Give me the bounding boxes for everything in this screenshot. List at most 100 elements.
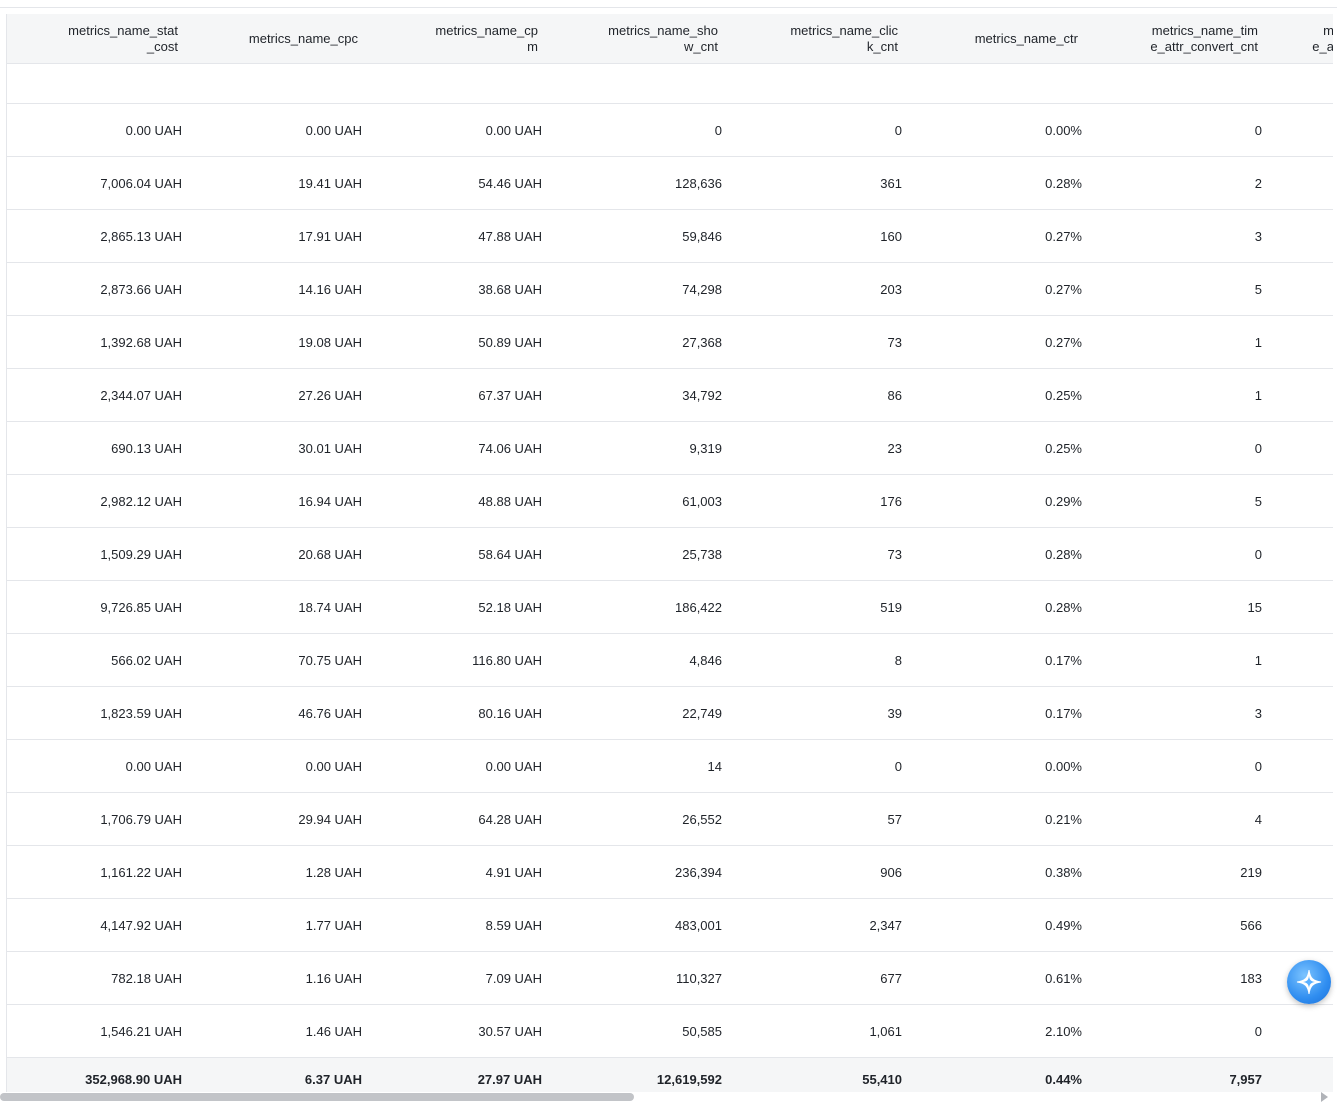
cell-click-cnt: 57 [887,811,902,827]
column-header-stat-cost[interactable]: metrics_name_stat _cost [8,14,178,63]
cell-time-attr-convert-cnt: 3 [1254,705,1262,721]
cell-time-attr-convert-cnt: 0 [1254,440,1262,456]
column-header-time-attr-convert-cnt[interactable]: metrics_name_tim e_attr_convert_cnt [1088,14,1258,63]
cell-cpc: 30.01 UAH [298,440,362,456]
cell-ctr: 0.29% [1045,493,1082,509]
cell-show-cnt: 110,327 [675,970,722,986]
cell-click-cnt: 160 [880,228,902,244]
cell-show-cnt: 22,749 [682,705,722,721]
table-row[interactable]: 1,161.22 UAH 1.28 UAH 4.91 UAH 236,394 906 0.… [7,846,1337,899]
table-row[interactable]: 1,823.59 UAH 46.76 UAH 80.16 UAH 22,749 39 0.… [7,687,1337,740]
column-header-line: metrics_name_clic [790,22,898,38]
cell-stat-cost: 782.18 UAH [111,970,182,986]
table-row[interactable]: 1,706.79 UAH 29.94 UAH 64.28 UAH 26,552 57 0.… [7,793,1337,846]
cell-cpm: 7.09 UAH [485,970,542,986]
table-row[interactable]: 0.00 UAH 0.00 UAH 0.00 UAH 14 0 0.00% 0 [7,740,1337,793]
table-row[interactable]: 1,546.21 UAH 1.46 UAH 30.57 UAH 50,585 1,061… [7,1005,1337,1058]
column-header-line: m [527,38,538,54]
cell-show-cnt: 236,394 [675,864,722,880]
cell-ctr: 0.17% [1045,652,1082,668]
table-row-empty [7,63,1337,104]
column-header-label: metrics_name_clic k_cnt [790,23,898,55]
table-row[interactable]: 9,726.85 UAH 18.74 UAH 52.18 UAH 186,422 519… [7,581,1337,634]
cell-cpc: 19.41 UAH [298,175,362,191]
top-toolbar-strip [0,0,1337,8]
column-header-label: metrics_name_ctr [975,31,1078,47]
horizontal-scrollbar-thumb[interactable] [0,1093,634,1101]
cell-cpm: 58.64 UAH [478,546,542,562]
cell-click-cnt: 73 [887,334,902,350]
cell-time-attr-convert-cnt: 0 [1254,546,1262,562]
table-row[interactable]: 1,392.68 UAH 19.08 UAH 50.89 UAH 27,368 73 0.… [7,316,1337,369]
cell-click-cnt: 519 [880,599,902,615]
column-header-cpc[interactable]: metrics_name_cpc [188,14,358,63]
cell-show-cnt: 34,792 [682,387,722,403]
cell-cpm: 8.59 UAH [485,917,542,933]
cell-cpc: 29.94 UAH [298,811,362,827]
cell-stat-cost: 4,147.92 UAH [100,917,182,933]
cell-cpm: 38.68 UAH [478,281,542,297]
cell-stat-cost: 2,873.66 UAH [100,281,182,297]
cell-cpc: 17.91 UAH [298,228,362,244]
column-header-label: metrics_name_cpc [249,31,358,47]
cell-cpm: 116.80 UAH [472,652,542,668]
cell-stat-cost: 1,161.22 UAH [100,864,182,880]
cell-show-cnt: 4,846 [689,652,722,668]
table-row[interactable]: 1,509.29 UAH 20.68 UAH 58.64 UAH 25,738 73 0.… [7,528,1337,581]
column-header-line: metrics_name_cpc [248,30,358,46]
table-row[interactable]: 2,873.66 UAH 14.16 UAH 38.68 UAH 74,298 203 0… [7,263,1337,316]
cell-ctr: 0.21% [1045,811,1082,827]
table-row[interactable]: 2,982.12 UAH 16.94 UAH 48.88 UAH 61,003 176 0… [7,475,1337,528]
column-header-line: w_cnt [684,38,718,54]
table-row[interactable]: 782.18 UAH 1.16 UAH 7.09 UAH 110,327 677 0.61… [7,952,1337,1005]
cell-time-attr-convert-cnt: 3 [1254,228,1262,244]
cell-show-cnt: 74,298 [682,281,722,297]
column-header-label: metrics_name_stat _cost [68,23,178,55]
cell-cpm: 74.06 UAH [478,440,542,456]
cell-time-attr-convert-cnt: 1 [1254,387,1262,403]
column-header-line: m [1323,22,1334,38]
column-header-click-cnt[interactable]: metrics_name_clic k_cnt [728,14,898,63]
cell-show-cnt: 14 [707,758,722,774]
table-row[interactable]: 2,344.07 UAH 27.26 UAH 67.37 UAH 34,792 86 0.… [7,369,1337,422]
cell-time-attr-convert-cnt: 0 [1254,758,1262,774]
column-header-cpm[interactable]: metrics_name_cp m [368,14,538,63]
column-header-line: e_a [1312,38,1334,54]
cell-click-cnt: 361 [880,175,902,191]
cell-cpc: 0.00 UAH [305,758,362,774]
assistant-button[interactable] [1287,960,1331,1004]
sparkle-icon [1296,969,1322,995]
cell-ctr: 0.28% [1045,175,1082,191]
table-row[interactable]: 690.13 UAH 30.01 UAH 74.06 UAH 9,319 23 0.25%… [7,422,1337,475]
cell-click-cnt: 0 [894,758,902,774]
cell-show-cnt: 128,636 [675,175,722,191]
cell-cpm: 80.16 UAH [478,705,542,721]
cell-stat-cost: 1,546.21 UAH [100,1023,182,1039]
cell-cpc: 46.76 UAH [298,705,362,721]
table-row[interactable]: 7,006.04 UAH 19.41 UAH 54.46 UAH 128,636 361… [7,157,1337,210]
table-row[interactable]: 4,147.92 UAH 1.77 UAH 8.59 UAH 483,001 2,347… [7,899,1337,952]
column-header-ctr[interactable]: metrics_name_ctr [908,14,1078,63]
cell-click-cnt: 39 [887,705,902,721]
column-header-show-cnt[interactable]: metrics_name_sho w_cnt [548,14,718,63]
cell-stat-cost: 1,509.29 UAH [100,546,182,562]
cell-ctr: 0.25% [1045,440,1082,456]
cell-click-cnt: 23 [887,440,902,456]
column-header-line: k_cnt [866,38,898,54]
total-click-cnt: 55,410 [862,1072,902,1087]
cell-cpc: 1.28 UAH [305,864,362,880]
vertical-scrollbar[interactable] [1333,14,1337,1092]
column-header-line: metrics_name_sho [608,22,718,38]
cell-click-cnt: 86 [887,387,902,403]
table-row[interactable]: 566.02 UAH 70.75 UAH 116.80 UAH 4,846 8 0.17%… [7,634,1337,687]
table-totals-row: 352,968.90 UAH 6.37 UAH 27.97 UAH 12,619,59… [7,1058,1337,1092]
cell-stat-cost: 0.00 UAH [125,122,182,138]
cell-stat-cost: 566.02 UAH [111,652,182,668]
table-row[interactable]: 2,865.13 UAH 17.91 UAH 47.88 UAH 59,846 160 0… [7,210,1337,263]
table-row[interactable]: 0.00 UAH 0.00 UAH 0.00 UAH 0 0 0.00% 0 [7,104,1337,157]
cell-show-cnt: 25,738 [682,546,722,562]
cell-show-cnt: 0 [714,122,722,138]
column-header-partial[interactable]: m e_a [1308,14,1334,63]
cell-stat-cost: 7,006.04 UAH [100,175,182,191]
cell-time-attr-convert-cnt: 5 [1254,493,1262,509]
